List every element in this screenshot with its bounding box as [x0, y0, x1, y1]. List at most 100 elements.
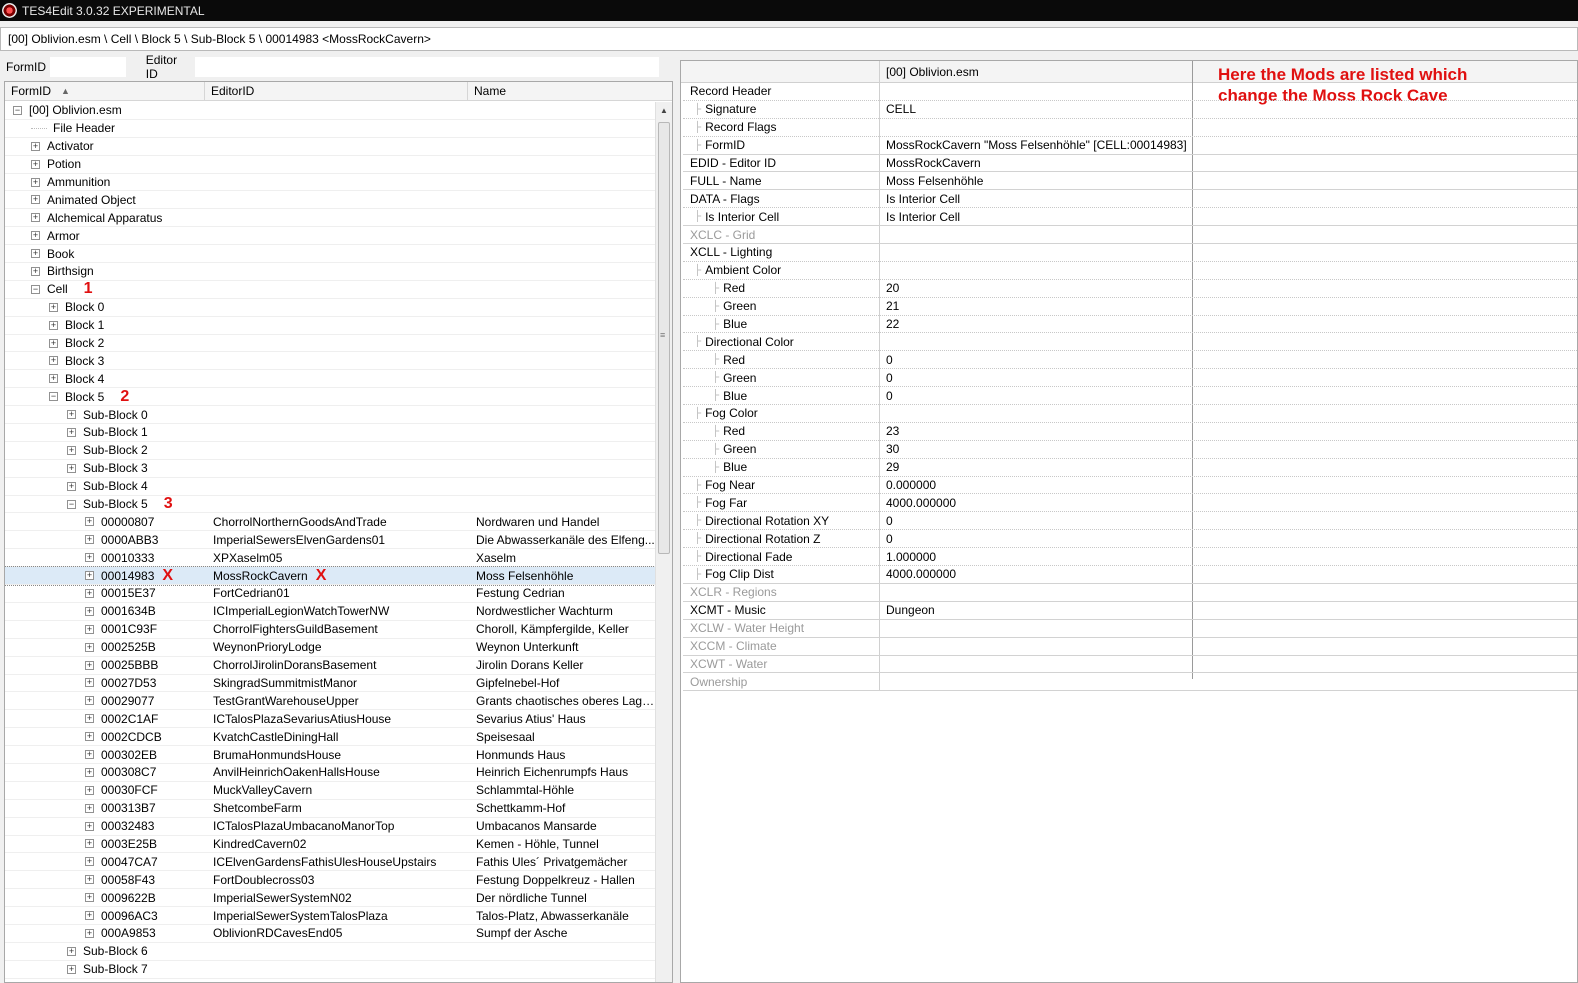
expand-icon[interactable]: +	[49, 356, 58, 366]
tree-row[interactable]: +00030FCF MuckValleyCavern Schlammtal-Höhl…	[5, 782, 655, 800]
tree-row[interactable]: +000302EB BrumaHonmundsHouse Honmunds Haus	[5, 746, 655, 764]
tree-row[interactable]: +0002CDCB KvatchCastleDiningHall Speisesaa…	[5, 728, 655, 747]
record-row[interactable]: Ownership	[683, 673, 1577, 692]
record-field-value[interactable]: Moss Felsenhöhle	[879, 174, 1191, 188]
tree-row[interactable]: + Sub-Block 2	[5, 442, 655, 460]
expand-icon[interactable]: +	[67, 481, 76, 491]
record-field-value[interactable]: 23	[879, 424, 1191, 438]
tree-row[interactable]: + Block 1	[5, 317, 655, 335]
expand-icon[interactable]: +	[31, 249, 40, 259]
tree-row[interactable]: +00010333 XPXaselm05 Xaselm	[5, 549, 655, 568]
record-field-value[interactable]: 20	[879, 281, 1191, 295]
record-row[interactable]: ├ FormID MossRockCavern "Moss Felsenhöhle"…	[683, 137, 1577, 155]
record-row[interactable]: ├ Directional Color	[683, 333, 1577, 352]
tree-row[interactable]: − Cell 1	[5, 280, 655, 299]
tree-row[interactable]: − Sub-Block 5 3	[5, 495, 655, 514]
tree-row[interactable]: +0000ABB3 ImperialSewersElvenGardens01 Die…	[5, 531, 655, 550]
record-row[interactable]: ├ Blue 0	[683, 387, 1577, 406]
record-row[interactable]: ├ Blue 29	[683, 459, 1577, 477]
expand-icon[interactable]: +	[85, 678, 94, 688]
record-row[interactable]: XCCM - Climate	[683, 638, 1577, 656]
expand-icon[interactable]: +	[85, 696, 94, 706]
record-row[interactable]: ├ Fog Near 0.000000	[683, 477, 1577, 495]
expand-icon[interactable]: +	[49, 338, 58, 348]
column-header-name[interactable]: Name	[468, 82, 672, 101]
expand-icon[interactable]: +	[31, 195, 40, 205]
record-row[interactable]: Record Header	[683, 83, 1577, 101]
tree-row[interactable]: +0001634B ICImperialLegionWatchTowerNW Nor…	[5, 603, 655, 621]
record-row[interactable]: FULL - Name Moss Felsenhöhle	[683, 172, 1577, 191]
expand-icon[interactable]: +	[49, 374, 58, 384]
record-field-value[interactable]: 1.000000	[879, 550, 1191, 564]
record-field-value[interactable]: 4000.000000	[879, 496, 1191, 510]
tree-row[interactable]: + Sub-Block 4	[5, 478, 655, 496]
tree-row[interactable]: + Book	[5, 245, 655, 264]
tree-row[interactable]: +00029077 TestGrantWarehouseUpper Grants c…	[5, 692, 655, 711]
expand-icon[interactable]: +	[85, 893, 94, 903]
expand-icon[interactable]: +	[85, 928, 94, 938]
expand-icon[interactable]: +	[31, 177, 40, 187]
record-row[interactable]: XCLR - Regions	[683, 584, 1577, 602]
record-field-value[interactable]: MossRockCavern "Moss Felsenhöhle" [CELL:…	[879, 138, 1191, 152]
tree-row[interactable]: +000313B7 ShetcombeFarm Schettkamm-Hof	[5, 800, 655, 818]
record-row[interactable]: XCLL - Lighting	[683, 244, 1577, 262]
tree-row[interactable]: + Ammunition	[5, 174, 655, 192]
expand-icon[interactable]: +	[85, 642, 94, 652]
tree-row[interactable]: + Alchemical Apparatus	[5, 209, 655, 228]
expand-icon[interactable]: +	[85, 606, 94, 616]
expand-icon[interactable]: +	[85, 911, 94, 921]
record-field-value[interactable]: CELL	[879, 102, 1191, 116]
expand-icon[interactable]: +	[31, 266, 40, 276]
tree-row[interactable]: +0002525B WeynonPrioryLodge Weynon Unterku…	[5, 639, 655, 657]
tree-row[interactable]: + Armor	[5, 227, 655, 246]
tree-row[interactable]: +00032483 ICTalosPlazaUmbacanoManorTop Umb…	[5, 818, 655, 836]
record-row[interactable]: EDID - Editor ID MossRockCavern	[683, 155, 1577, 173]
record-field-value[interactable]: 0	[879, 532, 1191, 546]
record-row[interactable]: ├ Directional Rotation XY 0	[683, 512, 1577, 531]
collapse-icon[interactable]: −	[13, 105, 22, 115]
expand-icon[interactable]: +	[31, 141, 40, 151]
record-field-value[interactable]: Is Interior Cell	[879, 192, 1191, 206]
expand-icon[interactable]: +	[85, 624, 94, 634]
tree-row[interactable]: File Header	[5, 120, 655, 138]
expand-icon[interactable]: +	[67, 445, 76, 455]
expand-icon[interactable]: +	[85, 839, 94, 849]
expand-icon[interactable]: +	[67, 964, 76, 974]
tree-row[interactable]: + Block 2	[5, 335, 655, 353]
collapse-icon[interactable]: −	[67, 499, 76, 509]
tree-row[interactable]: + Birthsign	[5, 263, 655, 281]
collapse-icon[interactable]: −	[49, 392, 58, 402]
record-row[interactable]: XCLW - Water Height	[683, 620, 1577, 638]
tree-row[interactable]: +0002C1AF ICTalosPlazaSevariusAtiusHouse S…	[5, 710, 655, 729]
record-field-value[interactable]: Dungeon	[879, 603, 1191, 617]
tree-row[interactable]: + Block 0	[5, 299, 655, 317]
record-row[interactable]: ├ Green 0	[683, 369, 1577, 388]
tree-row[interactable]: + Animated Object	[5, 191, 655, 210]
expand-icon[interactable]: +	[85, 714, 94, 724]
collapse-icon[interactable]: −	[31, 284, 40, 294]
record-row[interactable]: XCWT - Water	[683, 656, 1577, 674]
expand-icon[interactable]: +	[85, 750, 94, 759]
record-row[interactable]: ├ Is Interior Cell Is Interior Cell	[683, 208, 1577, 227]
record-row[interactable]: ├ Directional Fade 1.000000	[683, 548, 1577, 567]
record-row[interactable]: ├ Fog Clip Dist 4000.000000	[683, 566, 1577, 584]
record-row[interactable]: ├ Green 30	[683, 441, 1577, 459]
record-row[interactable]: ├ Record Flags	[683, 119, 1577, 137]
record-field-value[interactable]: 30	[879, 442, 1191, 456]
tree-row[interactable]: +00096AC3 ImperialSewerSystemTalosPlaza Ta…	[5, 907, 655, 925]
tree-scrollbar[interactable]: ▲ ≡	[655, 102, 672, 982]
scroll-up-icon[interactable]: ▲	[660, 106, 668, 115]
tree-row[interactable]: +0001C93F ChorrolFightersGuildBasement Cho…	[5, 621, 655, 639]
record-row[interactable]: DATA - Flags Is Interior Cell	[683, 190, 1577, 209]
tree-row[interactable]: − [00] Oblivion.esm	[5, 102, 655, 120]
tree-row[interactable]: + Block 4	[5, 370, 655, 389]
tree-row[interactable]: + Sub-Block 1	[5, 424, 655, 442]
tree-row[interactable]: +000A9853 OblivionRDCavesEnd05 Sumpf der A…	[5, 925, 655, 943]
tree-row[interactable]: +00047CA7 ICElvenGardensFathisUlesHouseUp…	[5, 853, 655, 872]
record-field-value[interactable]: 0	[879, 353, 1191, 367]
expand-icon[interactable]: +	[67, 463, 76, 473]
record-row[interactable]: ├ Fog Color	[683, 405, 1577, 423]
record-field-value[interactable]: Is Interior Cell	[879, 210, 1191, 224]
plugin-column-header[interactable]: [00] Oblivion.esm	[886, 65, 979, 79]
record-field-value[interactable]: 4000.000000	[879, 567, 1191, 581]
